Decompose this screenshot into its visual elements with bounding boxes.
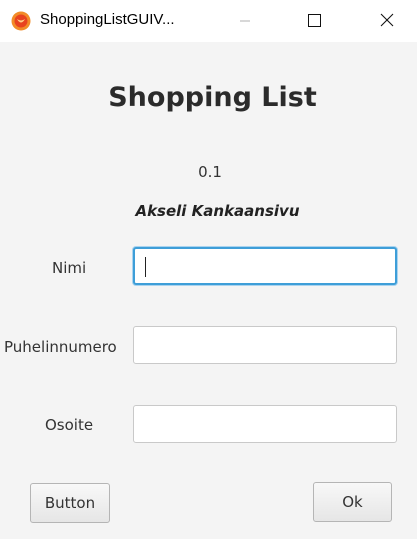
- version-label: 0.1: [198, 163, 222, 181]
- address-label: Osoite: [45, 416, 94, 434]
- maximize-button[interactable]: [292, 0, 338, 42]
- minimize-button[interactable]: [222, 0, 268, 42]
- author-label: Akseli Kankaansivu: [135, 202, 300, 220]
- minimize-icon: [240, 20, 250, 22]
- address-input[interactable]: [133, 405, 397, 443]
- name-label: Nimi: [52, 259, 87, 277]
- name-input[interactable]: [133, 247, 397, 285]
- page-title: Shopping List: [108, 82, 317, 113]
- close-button[interactable]: [364, 0, 410, 42]
- app-icon: [11, 11, 31, 31]
- generic-button[interactable]: Button: [30, 483, 110, 523]
- maximize-icon: [308, 14, 321, 27]
- phone-input[interactable]: [133, 326, 397, 364]
- title-bar[interactable]: ShoppingListGUIV...: [0, 0, 417, 42]
- ok-button[interactable]: Ok: [313, 482, 392, 522]
- close-icon: [380, 13, 394, 27]
- phone-label: Puhelinnumero: [4, 338, 117, 356]
- text-caret: [145, 257, 146, 277]
- window-title: ShoppingListGUIV...: [40, 11, 175, 28]
- window-content: Shopping List 0.1 Akseli Kankaansivu Nim…: [0, 42, 417, 539]
